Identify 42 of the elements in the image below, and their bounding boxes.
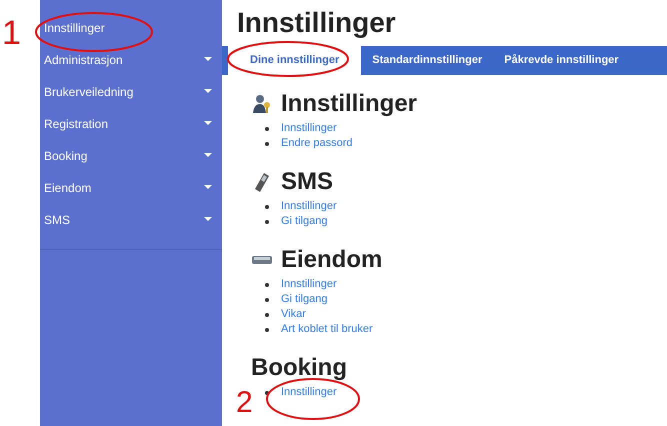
link[interactable]: Gi tilgang: [281, 291, 328, 308]
bullet-icon: [265, 220, 269, 224]
bullet-icon: [265, 282, 269, 286]
sidebar-item[interactable]: Brukerveiledning: [40, 83, 222, 115]
section-heading: SMS: [281, 167, 334, 197]
annotation-number: 1: [2, 16, 21, 50]
tab[interactable]: Dine innstillinger: [228, 46, 362, 75]
section-heading: Eiendom: [281, 245, 382, 275]
bullet-icon: [265, 204, 269, 208]
page-title: Innstillinger: [236, 6, 396, 40]
link[interactable]: Innstillinger: [281, 198, 337, 215]
sidebar-item[interactable]: Registration: [40, 115, 222, 147]
bullet-icon: [265, 390, 269, 394]
sidebar-item[interactable]: Eiendom: [40, 179, 222, 211]
sidebar-item[interactable]: SMS: [40, 211, 222, 243]
link[interactable]: Innstillinger: [281, 120, 337, 137]
drive-icon: [251, 253, 273, 267]
caret-icon: [204, 57, 212, 61]
tab[interactable]: Standardinnstillinger: [361, 46, 494, 75]
caret-icon: [204, 153, 212, 157]
caret-icon: [204, 185, 212, 189]
bullet-icon: [265, 126, 269, 130]
caret-icon: [204, 89, 212, 93]
bullet-icon: [265, 328, 269, 332]
link[interactable]: Endre passord: [281, 135, 353, 152]
link[interactable]: Innstillinger: [281, 276, 337, 293]
annotation-number: 2: [236, 388, 253, 418]
sidebar-item[interactable]: Administrasjon: [40, 51, 222, 83]
user-key-icon: [251, 93, 273, 115]
section-heading: Innstillinger: [281, 89, 418, 119]
bullet-icon: [265, 312, 269, 316]
link[interactable]: Gi tilgang: [281, 213, 328, 230]
caret-icon: [204, 217, 212, 221]
tab[interactable]: Påkrevde innstillinger: [493, 46, 630, 75]
section-heading: Booking: [251, 353, 347, 383]
sidebar-item[interactable]: Innstillinger: [40, 19, 222, 51]
sidebar-item[interactable]: Booking: [40, 147, 222, 179]
link[interactable]: Vikar: [281, 306, 306, 323]
bullet-icon: [265, 298, 269, 302]
bullet-icon: [265, 142, 269, 146]
caret-icon: [204, 121, 212, 125]
link[interactable]: Art koblet til bruker: [281, 321, 373, 338]
